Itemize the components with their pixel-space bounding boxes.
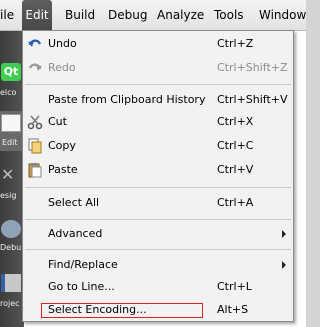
goto-line-shortcut: Ctrl+L [217,280,252,293]
menu-item-select-all[interactable]: Select All Ctrl+A [23,192,293,214]
menu-window[interactable]: Window [259,0,306,30]
redo-label: Redo [48,61,76,74]
mode-projects-label: rojec [0,299,20,308]
cut-label: Cut [48,115,67,128]
submenu-arrow-icon [282,261,286,269]
mode-debug-button[interactable]: Debu [0,217,24,257]
copy-icon [28,138,42,154]
menu-build[interactable]: Build [65,0,95,30]
find-replace-label: Find/Replace [48,258,118,271]
menu-bar: File Edit Build Debug Analyze Tools Wind… [0,0,306,31]
mode-edit-button[interactable]: Edit [0,111,24,151]
menu-item-undo[interactable]: Undo Ctrl+Z [23,33,293,55]
mode-debug-label: Debu [0,243,22,252]
menu-analyze[interactable]: Analyze [157,0,204,30]
select-all-shortcut: Ctrl+A [217,196,254,209]
mode-design-label: esig [0,191,17,200]
qt-logo-icon: Qt [1,63,21,81]
mode-design-button[interactable]: ✕ esig [0,163,24,203]
mode-welcome-button[interactable]: Qt elco [0,61,24,101]
copy-label: Copy [48,139,76,152]
menu-item-advanced[interactable]: Advanced [23,223,293,245]
menu-analyze-label: Analyze [157,8,205,22]
select-all-label: Select All [48,196,100,209]
submenu-arrow-icon [282,230,286,238]
mode-welcome-label: elco [0,88,17,97]
menu-file[interactable]: File [0,0,22,30]
paste-history-label: Paste from Clipboard History [48,93,206,106]
undo-icon [28,39,42,47]
menu-item-goto-line[interactable]: Go to Line... Ctrl+L [23,276,293,298]
menu-edit-label: Edit [25,8,49,22]
redo-shortcut: Ctrl+Shift+Z [217,61,288,74]
menu-tools[interactable]: Tools [214,0,244,30]
menu-item-find-replace[interactable]: Find/Replace [23,254,293,276]
select-encoding-shortcut: Alt+S [217,303,249,316]
menu-item-paste-history[interactable]: Paste from Clipboard History Ctrl+Shift+… [23,89,293,111]
advanced-label: Advanced [48,227,103,240]
menu-separator [25,219,291,220]
menu-debug-label: Debug [108,8,148,22]
goto-line-label: Go to Line... [48,280,115,293]
select-encoding-highlight-box [41,303,203,318]
mode-projects-button[interactable]: rojec [0,271,24,311]
menu-edit[interactable]: Edit [22,0,52,30]
menu-item-paste[interactable]: Paste Ctrl+V [23,159,293,181]
undo-shortcut: Ctrl+Z [217,37,254,50]
menu-separator [25,84,291,85]
copy-shortcut: Ctrl+C [217,139,254,152]
menu-debug[interactable]: Debug [108,0,147,30]
menu-separator [25,249,291,250]
paste-label: Paste [48,163,78,176]
menu-window-label: Window [259,8,307,22]
menu-tools-label: Tools [214,8,244,22]
redo-icon [28,63,42,71]
edit-document-icon [1,114,21,132]
edit-menu-dropdown: Undo Ctrl+Z Redo Ctrl+Shift+Z Paste from… [22,30,294,322]
paste-history-shortcut: Ctrl+Shift+V [217,93,288,106]
menu-build-label: Build [65,8,96,22]
mode-edit-label: Edit [2,138,18,147]
mode-sidebar: Qt elco Edit ✕ esig Debu rojec [0,31,24,327]
menu-file-label: File [0,8,15,22]
paste-icon [28,163,42,178]
projects-icon [1,274,21,292]
paste-shortcut: Ctrl+V [217,163,254,176]
scissors-icon [27,115,43,130]
menu-item-cut[interactable]: Cut Ctrl+X [23,111,293,133]
undo-label: Undo [48,37,77,50]
cut-shortcut: Ctrl+X [217,115,254,128]
design-icon: ✕ [1,165,15,184]
menu-separator [25,187,291,188]
debug-icon [1,220,21,238]
menu-item-copy[interactable]: Copy Ctrl+C [23,135,293,157]
menu-item-redo[interactable]: Redo Ctrl+Shift+Z [23,57,293,79]
